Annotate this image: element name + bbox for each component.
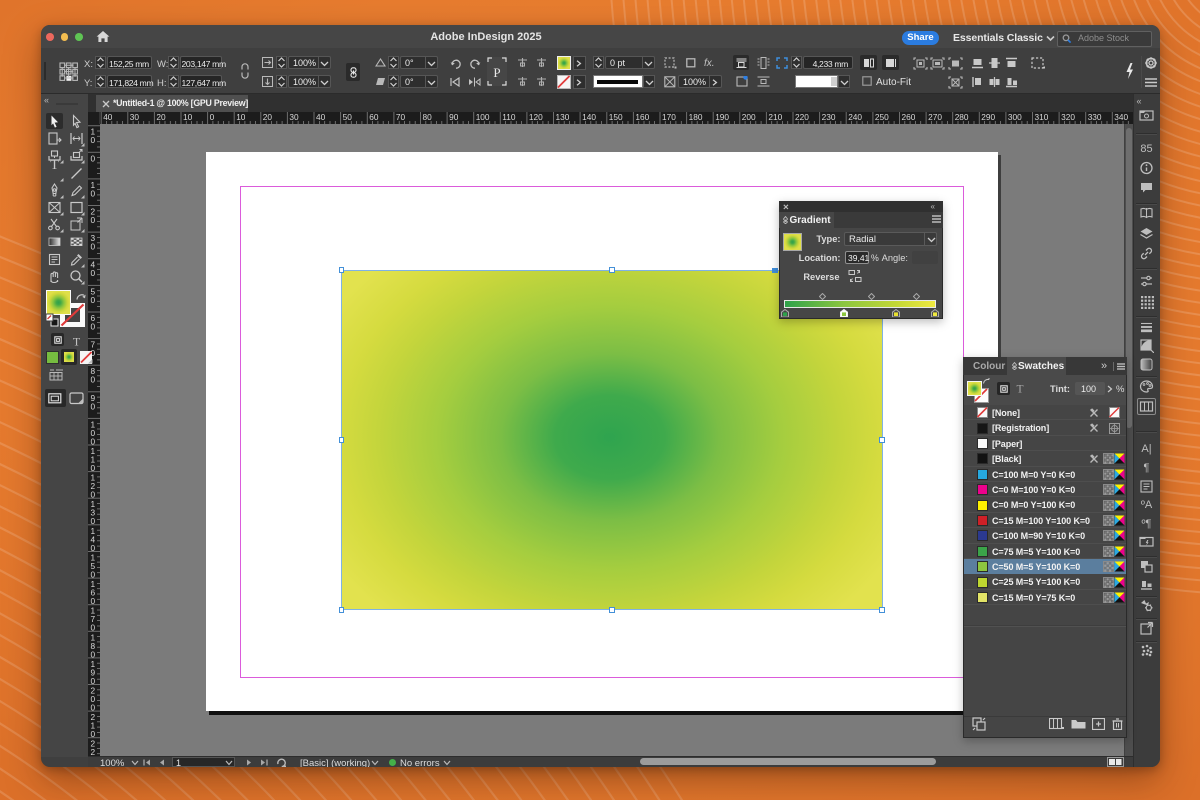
svg-text:A|: A|	[1141, 443, 1151, 455]
svg-text:0: 0	[210, 112, 215, 122]
svg-text:0: 0	[91, 322, 96, 332]
svg-text:20: 20	[263, 112, 273, 122]
svg-text:0: 0	[91, 215, 96, 225]
svg-text:20: 20	[156, 112, 166, 122]
svg-text:130: 130	[556, 112, 570, 122]
svg-text:270: 270	[928, 112, 942, 122]
svg-text:º¶: º¶	[1141, 518, 1151, 530]
svg-text:260: 260	[902, 112, 916, 122]
svg-text:340: 340	[1114, 112, 1128, 122]
svg-text:320: 320	[1061, 112, 1075, 122]
svg-text:330: 330	[1088, 112, 1102, 122]
svg-text:100: 100	[476, 112, 490, 122]
svg-text:290: 290	[981, 112, 995, 122]
svg-text:85: 85	[1140, 143, 1152, 155]
svg-text:90: 90	[449, 112, 459, 122]
svg-text:240: 240	[848, 112, 862, 122]
svg-text:280: 280	[955, 112, 969, 122]
svg-text:310: 310	[1035, 112, 1049, 122]
svg-text:220: 220	[795, 112, 809, 122]
svg-text:30: 30	[289, 112, 299, 122]
svg-text:160: 160	[635, 112, 649, 122]
svg-text:40: 40	[316, 112, 326, 122]
svg-text:300: 300	[1008, 112, 1022, 122]
svg-text:70: 70	[396, 112, 406, 122]
svg-text:10: 10	[183, 112, 193, 122]
svg-text:0: 0	[91, 268, 96, 278]
svg-text:40: 40	[103, 112, 113, 122]
svg-text:10: 10	[236, 112, 246, 122]
svg-text:250: 250	[875, 112, 889, 122]
svg-text:0: 0	[91, 401, 96, 411]
svg-text:30: 30	[130, 112, 140, 122]
svg-text:230: 230	[822, 112, 836, 122]
svg-text:190: 190	[715, 112, 729, 122]
svg-text:60: 60	[369, 112, 379, 122]
svg-text:120: 120	[529, 112, 543, 122]
svg-text:150: 150	[609, 112, 623, 122]
svg-text:170: 170	[662, 112, 676, 122]
svg-text:¶: ¶	[1143, 462, 1149, 474]
svg-text:0: 0	[91, 375, 96, 385]
svg-text:110: 110	[502, 112, 516, 122]
svg-text:200: 200	[742, 112, 756, 122]
svg-text:180: 180	[689, 112, 703, 122]
svg-text:0: 0	[91, 295, 96, 305]
svg-text:50: 50	[343, 112, 353, 122]
svg-text:0: 0	[91, 242, 96, 252]
svg-text:210: 210	[768, 112, 782, 122]
svg-text:ºA: ºA	[1140, 499, 1152, 511]
svg-text:140: 140	[582, 112, 596, 122]
svg-text:80: 80	[423, 112, 433, 122]
svg-text:0: 0	[91, 135, 96, 145]
svg-text:0: 0	[91, 188, 96, 198]
svg-text:0: 0	[91, 153, 96, 163]
